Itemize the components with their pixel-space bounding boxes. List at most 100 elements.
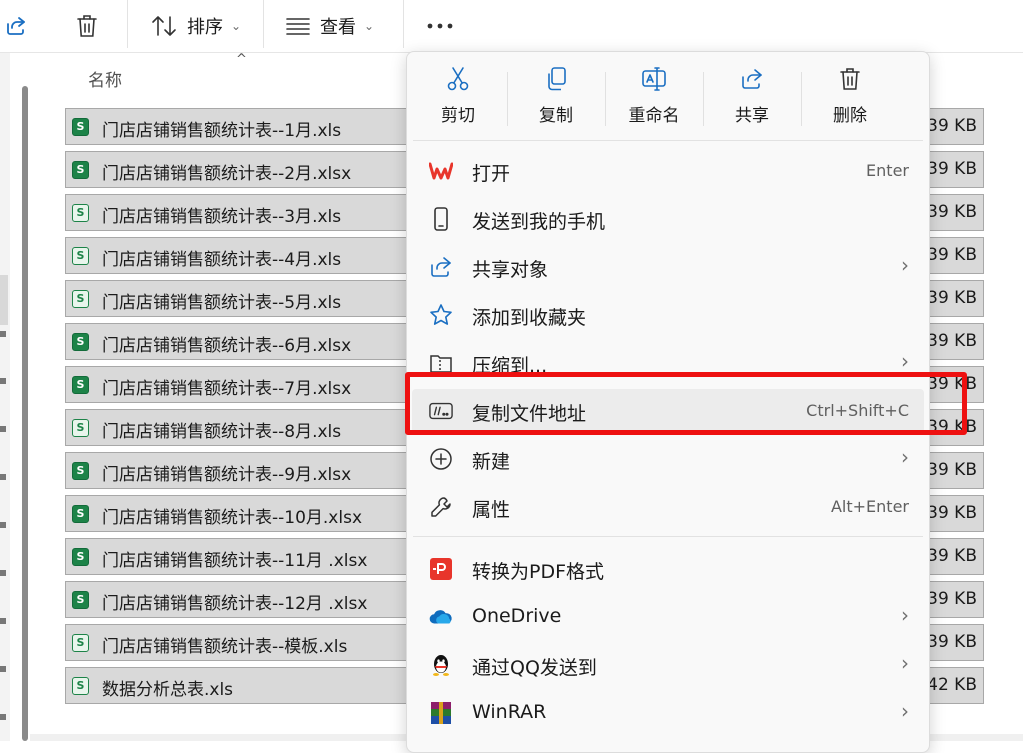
context-menu: 剪切 复制 重命名 共享 删除 打开 Enter 发送到我的手机 共享对象 › …	[406, 51, 930, 753]
excel-file-icon: S	[72, 677, 89, 695]
shortcut-text: Enter	[866, 161, 909, 180]
view-list-icon	[286, 18, 310, 35]
delete-button[interactable]	[75, 0, 99, 52]
excel-file-icon: S	[72, 376, 89, 394]
sort-ascending-icon: ^	[236, 52, 247, 67]
plus-circle-icon	[429, 447, 453, 471]
menu-divider	[413, 140, 923, 141]
menu-item-open[interactable]: 打开 Enter	[412, 149, 924, 193]
file-size: 39 KB	[927, 589, 977, 609]
file-name: 门店店铺销售额统计表--模板.xls	[102, 637, 348, 657]
menu-item-copy-file-path[interactable]: 复制文件地址 Ctrl+Shift+C	[412, 389, 924, 433]
rename-label: 重命名	[628, 106, 680, 126]
menu-item-winrar[interactable]: WinRAR ›	[412, 691, 924, 735]
pin-icon	[0, 707, 8, 720]
excel-file-icon: S	[72, 118, 89, 136]
menu-item-label: WinRAR	[472, 701, 547, 723]
menu-item-label: 属性	[472, 499, 511, 521]
chevron-right-icon: ›	[901, 603, 909, 627]
winrar-icon	[429, 701, 453, 725]
path-icon	[429, 399, 453, 423]
sort-icon	[152, 16, 176, 36]
menu-item-label: 打开	[472, 163, 511, 185]
quick-actions-bar: 剪切 复制 重命名 共享 删除	[407, 52, 929, 138]
share-button[interactable]: 共享	[703, 66, 801, 136]
more-options-button[interactable]	[427, 0, 453, 52]
pdf-icon	[429, 557, 453, 581]
excel-file-icon: S	[72, 290, 89, 308]
excel-file-icon: S	[72, 161, 89, 179]
menu-item-send-via-qq[interactable]: 通过QQ发送到 ›	[412, 643, 924, 687]
file-name: 门店店铺销售额统计表--9月.xlsx	[102, 465, 352, 485]
ellipsis-icon	[427, 23, 453, 29]
excel-file-icon: S	[72, 505, 89, 523]
pin-icon	[0, 371, 8, 384]
navigation-pane	[0, 53, 10, 741]
file-name: 数据分析总表.xls	[102, 680, 234, 700]
excel-file-icon: S	[72, 548, 89, 566]
file-name: 门店店铺销售额统计表--5月.xls	[102, 293, 342, 313]
share-icon	[742, 69, 762, 89]
excel-file-icon: S	[72, 462, 89, 480]
file-name: 门店店铺销售额统计表--3月.xls	[102, 207, 342, 227]
trash-icon	[840, 68, 860, 90]
menu-item-label: 复制文件地址	[472, 403, 587, 425]
file-size: 39 KB	[927, 374, 977, 394]
menu-item-onedrive[interactable]: OneDrive ›	[412, 595, 924, 639]
pin-icon	[0, 515, 8, 528]
menu-item-label: 压缩到...	[472, 355, 548, 377]
pin-icon	[0, 611, 8, 624]
file-size: 39 KB	[927, 546, 977, 566]
chevron-down-icon: ⌄	[231, 19, 242, 33]
chevron-right-icon: ›	[901, 651, 909, 675]
file-name: 门店店铺销售额统计表--2月.xlsx	[102, 164, 352, 184]
menu-item-label: 共享对象	[472, 259, 549, 281]
chevron-right-icon: ›	[901, 349, 909, 373]
share-icon	[429, 255, 453, 279]
menu-item-convert-pdf[interactable]: 转换为PDF格式	[412, 547, 924, 591]
column-header-name[interactable]: 名称	[88, 66, 122, 91]
menu-item-compress[interactable]: 压缩到... ›	[412, 341, 924, 385]
wrench-icon	[429, 495, 453, 519]
file-name: 门店店铺销售额统计表--10月.xlsx	[102, 508, 363, 528]
nav-item-selected[interactable]	[0, 275, 8, 325]
menu-item-label: 添加到收藏夹	[472, 307, 587, 329]
file-size: 39 KB	[927, 417, 977, 437]
share-button[interactable]	[4, 0, 28, 52]
file-size: 39 KB	[927, 331, 977, 351]
zip-folder-icon	[429, 351, 453, 375]
file-name: 门店店铺销售额统计表--12月 .xlsx	[102, 594, 368, 614]
menu-item-label: OneDrive	[472, 605, 562, 627]
file-size: 39 KB	[927, 288, 977, 308]
phone-icon	[429, 207, 453, 231]
menu-item-properties[interactable]: 属性 Alt+Enter	[412, 485, 924, 529]
menu-item-send-to-phone[interactable]: 发送到我的手机	[412, 197, 924, 241]
file-size: 39 KB	[927, 632, 977, 652]
menu-item-add-to-favorites[interactable]: 添加到收藏夹	[412, 293, 924, 337]
vertical-scrollbar[interactable]	[22, 86, 28, 741]
shortcut-text: Alt+Enter	[830, 497, 909, 516]
excel-file-icon: S	[72, 591, 89, 609]
delete-label: 删除	[833, 106, 867, 126]
sort-button[interactable]: 排序 ⌄	[151, 0, 241, 52]
chevron-down-icon: ⌄	[364, 19, 375, 33]
delete-button[interactable]: 删除	[801, 66, 899, 136]
chevron-right-icon: ›	[901, 445, 909, 469]
copy-button[interactable]: 复制	[507, 66, 605, 136]
file-name: 门店店铺销售额统计表--8月.xls	[102, 422, 342, 442]
excel-file-icon: S	[72, 204, 89, 222]
file-name: 门店店铺销售额统计表--1月.xls	[102, 121, 342, 141]
excel-file-icon: S	[72, 247, 89, 265]
view-button[interactable]: 查看 ⌄	[286, 0, 374, 52]
rename-button[interactable]: 重命名	[605, 66, 703, 136]
qq-icon	[429, 653, 453, 677]
excel-file-icon: S	[72, 419, 89, 437]
cut-button[interactable]: 剪切	[409, 66, 507, 136]
file-size: 39 KB	[927, 202, 977, 222]
menu-item-share-with[interactable]: 共享对象 ›	[412, 245, 924, 289]
menu-item-new[interactable]: 新建 ›	[412, 437, 924, 481]
trash-icon	[77, 15, 97, 37]
menu-item-label: 通过QQ发送到	[472, 657, 597, 679]
menu-item-label: 新建	[472, 451, 511, 473]
command-bar: 排序 ⌄ 查看 ⌄	[0, 0, 1023, 52]
